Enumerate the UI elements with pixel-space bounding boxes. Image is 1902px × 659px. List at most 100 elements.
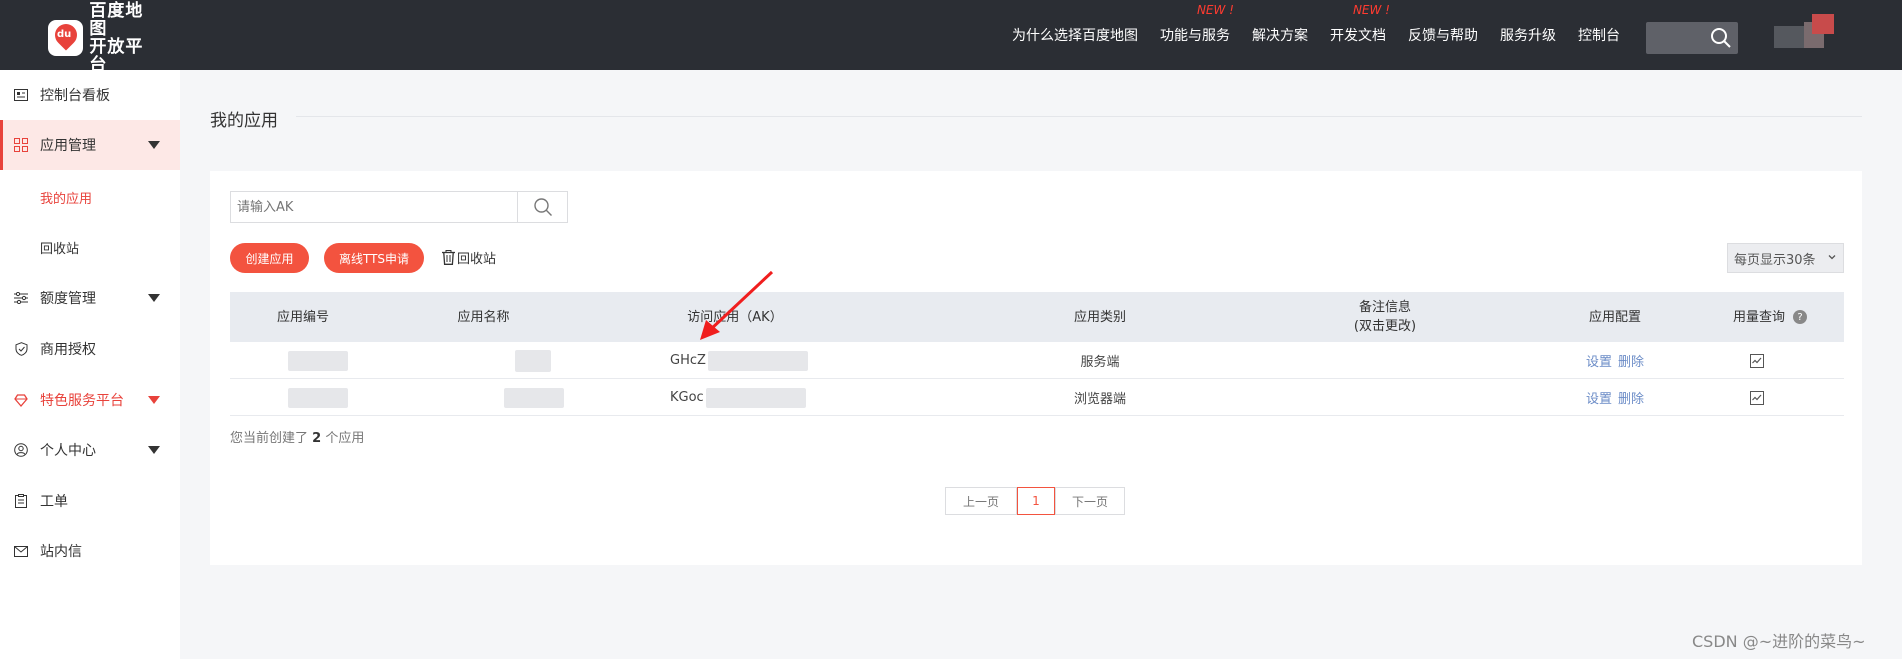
caret-down-icon <box>148 396 160 404</box>
th-note: 备注信息 (双击更改) <box>1330 292 1440 342</box>
recycle-bin-link[interactable]: 回收站 <box>442 248 496 267</box>
usage-cell <box>1742 379 1772 416</box>
sidebar-item-inbox[interactable]: 站内信 <box>0 526 180 576</box>
sidebar-item-label: 控制台看板 <box>40 88 110 104</box>
app-name-cell <box>504 379 564 416</box>
th-note-line1: 备注信息 <box>1358 300 1411 315</box>
nav-why-baidu[interactable]: 为什么选择百度地图 <box>1012 25 1138 45</box>
usage-cell <box>1742 342 1772 379</box>
sidebar-item-personal-center[interactable]: 个人中心 <box>0 425 180 475</box>
nav-features[interactable]: 功能与服务 NEW ! <box>1160 3 1234 45</box>
ak-prefix: KGoc <box>670 390 704 405</box>
sidebar-item-label: 个人中心 <box>40 443 96 459</box>
search-icon <box>533 198 552 216</box>
sidebar-item-featured-services[interactable]: 特色服务平台 <box>0 375 180 425</box>
sidebar-item-quota[interactable]: 额度管理 <box>0 273 180 323</box>
app-config-cell: 设置 删除 <box>1565 379 1665 416</box>
nav-solutions[interactable]: 解决方案 <box>1252 25 1308 45</box>
apps-panel: 创建应用 离线TTS申请 回收站 每页显示30条 应用编号 应用名称 访问应用（… <box>210 171 1862 565</box>
page-size-select[interactable]: 每页显示30条 <box>1727 243 1844 273</box>
app-name-cell <box>515 342 551 379</box>
th-app-name: 应用名称 <box>457 309 510 325</box>
app-id-cell <box>288 379 348 416</box>
th-app-config: 应用配置 <box>1588 309 1641 325</box>
grid-apps-icon <box>14 138 28 152</box>
top-navbar: du 百度地图 开放平台 为什么选择百度地图 功能与服务 NEW ! 解决方案 开… <box>0 0 1902 74</box>
th-usage: 用量查询 ? <box>1710 292 1830 342</box>
usage-chart-icon[interactable] <box>1750 390 1764 405</box>
app-config-cell: 设置 删除 <box>1565 342 1665 379</box>
app-count-value: 2 <box>312 431 322 446</box>
th-usage-label: 用量查询 <box>1732 309 1785 325</box>
sidebar: 控制台看板 应用管理 我的应用 回收站 额度管理 商用授权 特色服务平台 个人中… <box>0 70 180 659</box>
create-app-button[interactable]: 创建应用 <box>230 243 309 273</box>
shield-check-icon <box>14 342 28 356</box>
caret-down-icon <box>148 141 160 149</box>
table-row: GHcZ 服务端 设置 删除 <box>230 342 1844 379</box>
search-icon[interactable] <box>1710 27 1732 49</box>
next-page-button[interactable]: 下一页 <box>1055 487 1125 515</box>
th-app-type: 应用类别 <box>1073 309 1126 325</box>
page-size-value: 每页显示30条 <box>1734 252 1816 268</box>
user-circle-icon <box>14 443 28 457</box>
chevron-down-icon <box>1828 255 1836 260</box>
avatar[interactable] <box>1760 14 1836 54</box>
th-app-id: 应用编号 <box>276 309 329 325</box>
help-icon[interactable]: ? <box>1793 310 1807 324</box>
red-arrow-annotation <box>700 270 774 340</box>
ak-masked <box>705 387 806 408</box>
sidebar-item-commercial-license[interactable]: 商用授权 <box>0 324 180 374</box>
nav-upgrade[interactable]: 服务升级 <box>1500 25 1556 45</box>
th-note-line2: (双击更改) <box>1353 319 1417 334</box>
ak-search-button[interactable] <box>518 191 568 223</box>
app-id-cell <box>288 342 348 379</box>
sidebar-item-label: 特色服务平台 <box>40 393 124 409</box>
caret-down-icon <box>148 446 160 454</box>
baidu-map-logo[interactable]: du 百度地图 开放平台 <box>48 2 160 74</box>
sidebar-item-label: 额度管理 <box>40 291 96 307</box>
app-type-cell: 浏览器端 <box>1073 392 1126 407</box>
usage-chart-icon[interactable] <box>1750 353 1764 368</box>
ak-cell[interactable]: KGoc <box>670 379 830 416</box>
sidebar-item-app-management[interactable]: 应用管理 <box>0 120 180 170</box>
trash-icon <box>442 250 455 265</box>
delete-link[interactable]: 删除 <box>1618 388 1644 407</box>
sidebar-item-label: 商用授权 <box>40 342 96 358</box>
dashboard-card-icon <box>14 88 28 102</box>
delete-link[interactable]: 删除 <box>1618 351 1644 370</box>
table-header: 应用编号 应用名称 访问应用（AK） 应用类别 备注信息 (双击更改) 应用配置… <box>230 292 1844 342</box>
new-badge: NEW ! <box>1196 3 1234 17</box>
mail-icon <box>14 544 28 558</box>
logo-badge-icon: du <box>48 19 84 56</box>
offline-tts-apply-button[interactable]: 离线TTS申请 <box>324 243 424 273</box>
new-badge: NEW ! <box>1352 3 1390 17</box>
top-search-box[interactable] <box>1646 22 1738 54</box>
recycle-bin-label: 回收站 <box>457 252 497 267</box>
app-type-cell: 服务端 <box>1080 355 1120 370</box>
sidebar-item-work-order[interactable]: 工单 <box>0 476 180 526</box>
settings-link[interactable]: 设置 <box>1586 388 1612 407</box>
nav-console[interactable]: 控制台 <box>1578 25 1620 45</box>
title-divider <box>296 116 1862 117</box>
nav-feedback[interactable]: 反馈与帮助 <box>1408 25 1478 45</box>
sidebar-sub-recycle-bin[interactable]: 回收站 <box>40 238 79 257</box>
app-count-text: 您当前创建了 2 个应用 <box>230 431 365 446</box>
watermark: CSDN @~进阶的菜鸟~ <box>1692 632 1866 651</box>
ak-search-field[interactable] <box>230 191 518 223</box>
main-nav: 为什么选择百度地图 功能与服务 NEW ! 解决方案 开发文档 NEW ! 反馈与帮… <box>990 0 1620 70</box>
heart-diamond-icon <box>14 393 28 407</box>
settings-link[interactable]: 设置 <box>1586 351 1612 370</box>
page-1-button[interactable]: 1 <box>1017 487 1055 515</box>
clipboard-icon <box>14 494 28 508</box>
sidebar-item-label: 站内信 <box>40 544 82 560</box>
sidebar-item-label: 工单 <box>40 494 68 510</box>
sidebar-item-dashboard[interactable]: 控制台看板 <box>0 70 180 120</box>
nav-docs[interactable]: 开发文档 NEW ! <box>1330 3 1390 45</box>
sidebar-sub-my-apps[interactable]: 我的应用 <box>40 188 92 207</box>
logo-badge-text: du <box>57 29 72 40</box>
prev-page-button[interactable]: 上一页 <box>945 487 1017 515</box>
ak-search-input[interactable] <box>231 192 517 222</box>
logo-text: 百度地图 开放平台 <box>89 1 144 75</box>
page-title: 我的应用 <box>210 111 278 131</box>
pagination: 上一页 1 下一页 <box>945 487 1125 515</box>
